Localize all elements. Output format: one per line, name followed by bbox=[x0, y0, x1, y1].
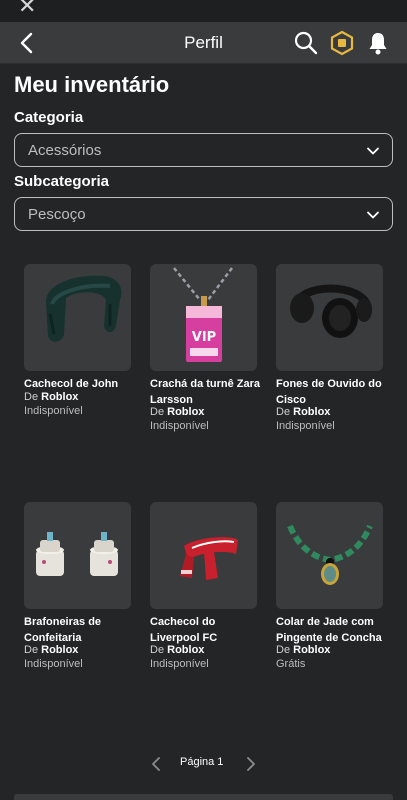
item-thumbnail[interactable] bbox=[150, 502, 257, 609]
jade-necklace-image bbox=[287, 524, 373, 585]
chevron-down-icon bbox=[367, 147, 379, 155]
search-icon[interactable] bbox=[293, 30, 319, 56]
scarf-image bbox=[46, 275, 122, 342]
category-value: Acessórios bbox=[28, 142, 102, 159]
svg-text:VIP: VIP bbox=[192, 330, 216, 345]
item-thumbnail[interactable] bbox=[276, 264, 383, 371]
item-thumbnail[interactable]: VIP bbox=[150, 264, 257, 371]
subcategory-label: Subcategoria bbox=[14, 173, 110, 190]
item-thumbnail[interactable] bbox=[24, 502, 131, 609]
subcategory-value: Pescoço bbox=[28, 206, 86, 223]
item-price: Indisponível bbox=[24, 658, 83, 670]
category-dropdown[interactable]: Acessórios bbox=[14, 133, 393, 167]
item-price: Indisponível bbox=[276, 420, 335, 432]
item-name[interactable]: Cachecol do Liverpool FC bbox=[150, 614, 265, 646]
close-icon[interactable]: ✕ bbox=[18, 0, 36, 19]
robux-icon[interactable] bbox=[329, 30, 355, 56]
item-price: Indisponível bbox=[150, 420, 209, 432]
bottom-bar bbox=[14, 794, 393, 800]
item-creator: De Roblox bbox=[150, 644, 205, 656]
item-creator: De Roblox bbox=[276, 406, 331, 418]
headphones-image bbox=[290, 284, 372, 338]
top-bar: Perfil bbox=[0, 22, 407, 64]
item-creator: De Roblox bbox=[24, 391, 79, 403]
vip-badge-image: VIP bbox=[173, 267, 233, 362]
subcategory-dropdown[interactable]: Pescoço bbox=[14, 197, 393, 231]
cake-earrings-image bbox=[36, 532, 118, 576]
item-name[interactable]: Crachá da turnê Zara Larsson bbox=[150, 376, 265, 408]
item-thumbnail[interactable] bbox=[24, 264, 131, 371]
item-name[interactable]: Brafoneiras de Confeitaria bbox=[24, 614, 139, 646]
item-price: Indisponível bbox=[150, 658, 209, 670]
page-title: Meu inventário bbox=[14, 72, 170, 97]
chevron-down-icon bbox=[367, 211, 379, 219]
item-price: Indisponível bbox=[24, 405, 83, 417]
pagination: Página 1 bbox=[0, 752, 407, 776]
item-name[interactable]: Fones de Ouvido do Cisco bbox=[276, 376, 391, 408]
bell-icon[interactable] bbox=[365, 30, 391, 56]
chevron-left-icon[interactable] bbox=[150, 756, 164, 772]
chevron-right-icon[interactable] bbox=[243, 756, 257, 772]
item-thumbnail[interactable] bbox=[276, 502, 383, 609]
page-label: Página 1 bbox=[180, 756, 224, 768]
item-creator: De Roblox bbox=[24, 644, 79, 656]
status-bar: ✕ bbox=[0, 0, 407, 22]
item-creator: De Roblox bbox=[276, 644, 331, 656]
category-label: Categoria bbox=[14, 109, 84, 126]
item-name[interactable]: Colar de Jade com Pingente de Concha bbox=[276, 614, 391, 646]
liverpool-scarf-image bbox=[180, 537, 238, 580]
item-price: Grátis bbox=[276, 658, 306, 670]
inventory-content: Meu inventário Categoria Acessórios Subc… bbox=[0, 64, 407, 800]
item-creator: De Roblox bbox=[150, 406, 205, 418]
